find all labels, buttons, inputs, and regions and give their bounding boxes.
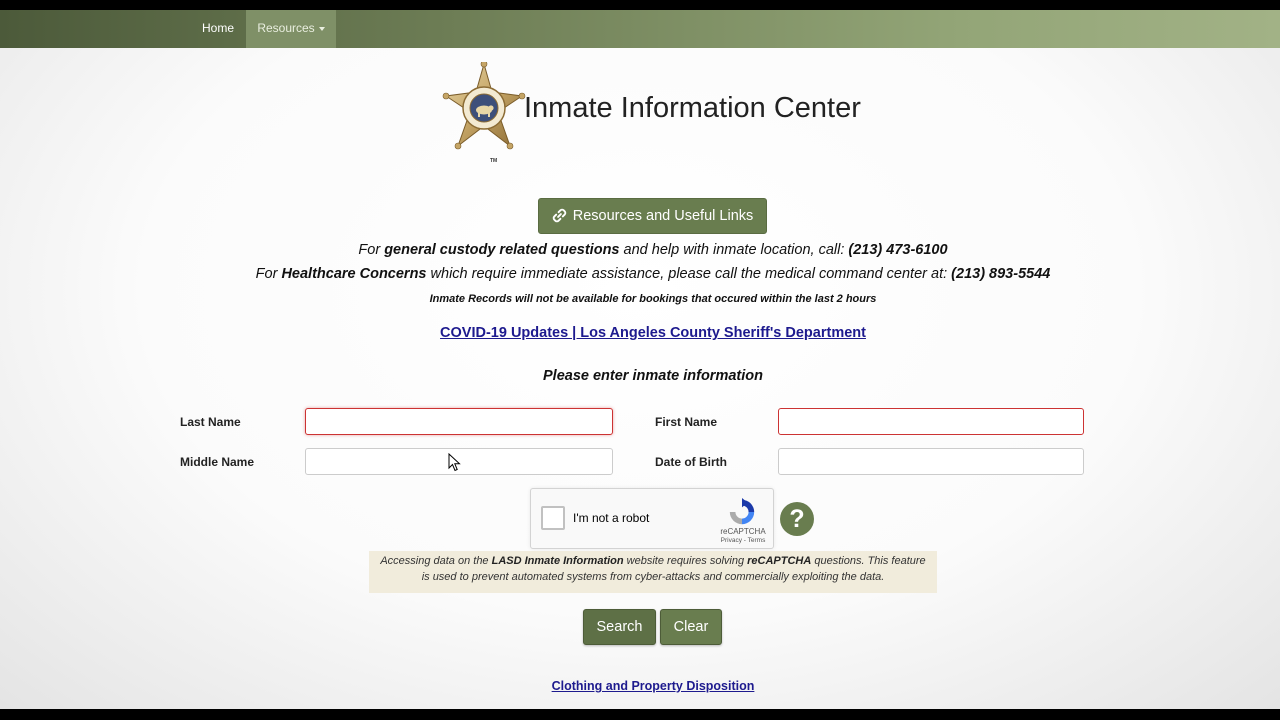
date-of-birth-input[interactable] [778,448,1084,475]
clothing-property-link[interactable]: Clothing and Property Disposition [13,679,1280,693]
healthcare-phone: (213) 893-5544 [951,266,1051,282]
recaptcha-privacy-link[interactable]: Privacy [721,537,742,544]
nav-resources-label: Resources [257,21,315,35]
form-heading: Please enter inmate information [543,368,763,384]
recaptcha-widget: I'm not a robot reCAPTCHA Privacy - Term… [530,488,774,549]
recaptcha-label: I'm not a robot [573,511,650,525]
search-button[interactable]: Search [583,609,656,645]
link-icon [552,208,566,223]
recaptcha-brand: reCAPTCHA [720,527,766,536]
middle-name-label: Middle Name [180,455,255,469]
custody-contact-line: For general custody related questions an… [358,242,948,258]
nav-home-link[interactable]: Home [190,10,246,48]
trademark-mark: TM [490,158,498,164]
healthcare-contact-line: For Healthcare Concerns which require im… [255,266,1051,282]
date-of-birth-label: Date of Birth [655,455,727,469]
resources-links-label: Resources and Useful Links [572,208,754,224]
custody-phone: (213) 473-6100 [848,242,948,258]
navbar: Home Resources [0,10,1280,48]
custody-topic: general custody related questions [384,242,620,258]
first-name-input[interactable] [778,408,1084,435]
last-name-input[interactable] [305,408,613,435]
recaptcha-logo-icon [729,497,755,525]
mouse-cursor-icon [448,453,461,472]
covid-updates-link[interactable]: COVID-19 Updates | Los Angeles County Sh… [13,325,1280,341]
nav-resources-dropdown[interactable]: Resources [246,10,336,48]
healthcare-topic: Healthcare Concerns [281,266,427,282]
recaptcha-terms: Privacy - Terms [720,537,766,544]
resources-links-button[interactable]: Resources and Useful Links [538,198,767,234]
page: Home Resources TM Inmate Information Cen… [0,10,1280,709]
captcha-explanation: Accessing data on the LASD Inmate Inform… [369,551,937,593]
first-name-label: First Name [655,415,718,429]
caret-down-icon [318,26,325,31]
help-question-icon[interactable]: ? [780,502,814,536]
recaptcha-terms-link[interactable]: Terms [748,537,766,544]
last-name-label: Last Name [180,415,241,429]
recaptcha-checkbox[interactable] [541,506,565,530]
sheriff-badge-logo: TM [440,60,530,164]
page-title: Inmate Information Center [524,92,861,124]
clear-button[interactable]: Clear [660,609,722,645]
records-notice: Inmate Records will not be available for… [429,293,877,305]
